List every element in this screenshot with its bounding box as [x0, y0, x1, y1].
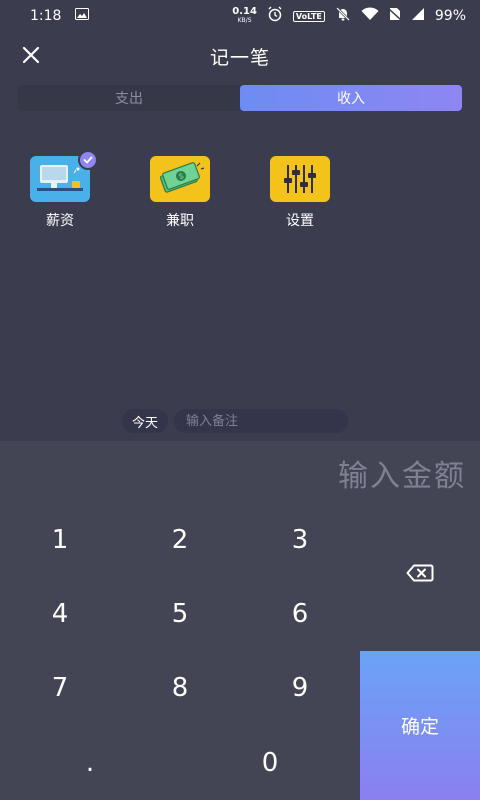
status-time: 1:18	[30, 8, 62, 24]
tab-expense[interactable]: 支出	[18, 85, 240, 111]
alarm-icon	[267, 6, 283, 26]
category-label: 设置	[286, 213, 314, 229]
key-decimal[interactable]: .	[30, 726, 150, 800]
money-icon: $	[150, 156, 210, 202]
category-label: 兼职	[166, 213, 194, 229]
volte-badge: VoLTE	[292, 10, 325, 22]
key-6[interactable]: 6	[240, 577, 360, 651]
status-bar: 1:18 0.14 KB/S VoLTE 99%	[0, 0, 480, 32]
header: 记一笔	[0, 32, 480, 80]
notifications-off-icon	[335, 6, 351, 26]
note-input[interactable]	[174, 409, 349, 433]
network-speed: 0.14 KB/S	[232, 7, 257, 25]
date-button[interactable]: 今天	[122, 409, 169, 433]
note-row: 今天	[122, 409, 349, 433]
keypad-area: 输入金额 1 2 3 4 5 6 7 8 9 . 0 确定	[0, 441, 480, 800]
image-notification-icon	[75, 8, 90, 24]
close-button[interactable]	[16, 42, 46, 72]
key-0[interactable]: 0	[210, 726, 330, 800]
category-label: 薪资	[46, 213, 74, 229]
network-speed-value: 0.14	[232, 6, 257, 17]
backspace-button[interactable]	[360, 538, 480, 612]
category-salary[interactable]: 薪资	[29, 150, 98, 230]
key-1[interactable]: 1	[0, 503, 120, 577]
category-parttime[interactable]: $ 兼职	[149, 156, 211, 230]
battery-percent: 99%	[434, 8, 466, 24]
key-3[interactable]: 3	[240, 503, 360, 577]
key-4[interactable]: 4	[0, 577, 120, 651]
cell-signal-icon	[411, 7, 425, 25]
amount-display[interactable]: 输入金额	[338, 451, 466, 495]
confirm-button[interactable]: 确定	[360, 651, 480, 800]
no-sim-icon	[388, 7, 402, 25]
wifi-icon	[361, 7, 379, 25]
category-settings[interactable]: 设置	[269, 156, 331, 230]
salary-icon	[30, 150, 98, 202]
page-title: 记一笔	[209, 46, 270, 69]
type-tabs: 支出 收入	[18, 85, 462, 111]
selected-check-icon	[78, 150, 98, 170]
sliders-icon	[270, 156, 330, 202]
category-grid: 薪资 $ 兼职 设置	[0, 150, 480, 236]
key-7[interactable]: 7	[0, 651, 120, 725]
key-5[interactable]: 5	[120, 577, 240, 651]
close-icon	[22, 46, 40, 68]
key-9[interactable]: 9	[240, 651, 360, 725]
key-8[interactable]: 8	[120, 651, 240, 725]
key-2[interactable]: 2	[120, 503, 240, 577]
backspace-icon	[406, 564, 434, 586]
tab-income[interactable]: 收入	[240, 85, 462, 111]
network-speed-unit: KB/S	[237, 17, 252, 24]
